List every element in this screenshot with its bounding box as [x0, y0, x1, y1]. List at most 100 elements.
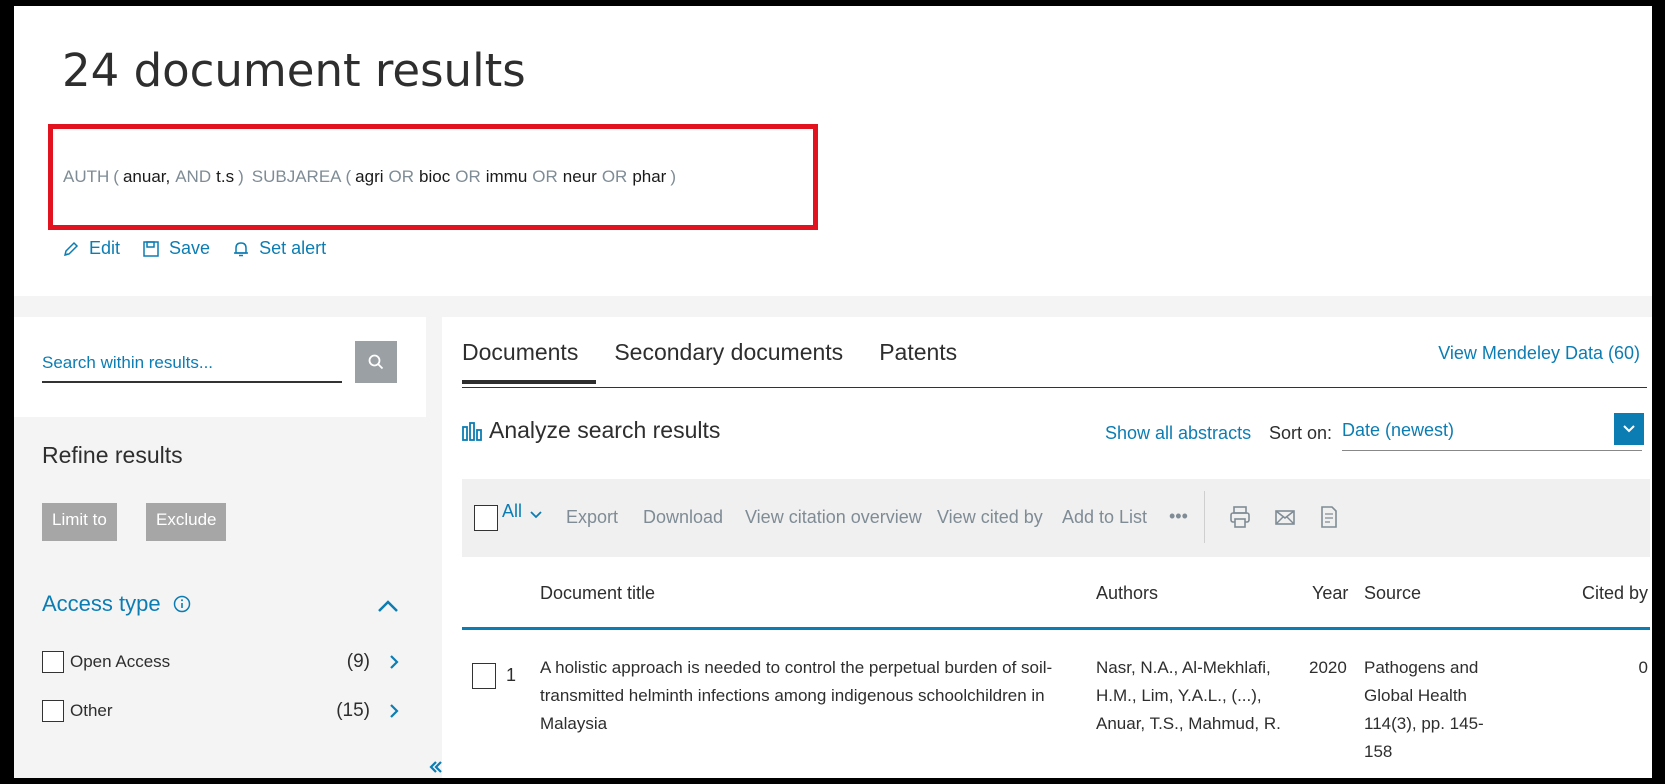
table-row: 1 A holistic approach is needed to contr… [462, 647, 1650, 778]
exclude-button[interactable]: Exclude [146, 503, 227, 541]
set-alert-button[interactable]: Set alert [232, 238, 326, 259]
query-term: immu [485, 167, 528, 186]
query-term: t.s [216, 167, 235, 186]
download-button[interactable]: Download [643, 507, 723, 528]
tab-patents[interactable]: Patents [879, 339, 975, 378]
results-toolbar: All Export Download View citation overvi… [462, 479, 1650, 557]
column-header-year[interactable]: Year [1312, 583, 1348, 604]
access-type-heading[interactable]: Access type [42, 591, 191, 617]
document-authors[interactable]: Nasr, N.A., Al-Mekhlafi, H.M., Lim, Y.A.… [1096, 654, 1296, 738]
results-tabs: Documents Secondary documents Patents [462, 339, 993, 384]
analyze-label: Analyze search results [489, 417, 721, 443]
bell-icon [234, 241, 249, 256]
query-operator: OR [455, 167, 481, 186]
query-paren-close: ) [670, 167, 677, 186]
chevron-up-icon[interactable] [376, 598, 400, 614]
sort-label: Sort on: [1269, 423, 1333, 443]
view-citation-overview-button[interactable]: View citation overview [745, 507, 922, 528]
document-cited-by: 0 [1638, 658, 1648, 677]
bar-chart-icon [462, 421, 482, 441]
query-operator: AND [175, 167, 212, 186]
view-mendeley-data-link[interactable]: View Mendeley Data (60) [1438, 343, 1640, 364]
access-type-label: Access type [42, 591, 161, 616]
sort-select[interactable]: Date (newest) [1342, 415, 1642, 451]
pencil-icon [63, 241, 79, 256]
view-cited-by-button[interactable]: View cited by [937, 507, 1043, 528]
query-paren-open: ( [113, 167, 119, 186]
refine-results-title: Refine results [42, 442, 183, 468]
edit-label: Edit [89, 238, 121, 258]
results-header: 24 document results AUTH ( anuar, AND t.… [14, 6, 1652, 296]
save-icon [143, 240, 159, 257]
chevron-down-icon[interactable] [529, 510, 543, 520]
facet-open-access[interactable]: Open Access (9) [42, 647, 422, 677]
row-number: 1 [506, 665, 517, 685]
save-button[interactable]: Save [142, 238, 210, 259]
collapse-sidebar-icon[interactable] [429, 760, 443, 774]
edit-button[interactable]: Edit [62, 238, 120, 259]
search-within-box [14, 317, 426, 417]
table-header-divider [462, 627, 1650, 630]
facet-label: Open Access [70, 652, 171, 671]
query-term: bioc [419, 167, 451, 186]
chevron-right-icon[interactable] [388, 702, 400, 720]
results-panel: Documents Secondary documents Patents Vi… [442, 317, 1652, 778]
query-term: phar [632, 167, 667, 186]
query-paren-close: ) [238, 167, 244, 186]
search-query-highlight: AUTH ( anuar, AND t.s ) SUBJAREA ( agri … [48, 124, 818, 230]
email-icon[interactable] [1274, 505, 1296, 529]
select-all-checkbox[interactable] [474, 505, 498, 531]
toolbar-divider [1204, 491, 1205, 543]
facet-checkbox[interactable] [42, 700, 64, 722]
app-frame: 24 document results AUTH ( anuar, AND t.… [14, 6, 1652, 778]
show-all-abstracts-link[interactable]: Show all abstracts [1105, 423, 1251, 444]
export-button[interactable]: Export [566, 507, 618, 528]
search-within-input[interactable] [42, 345, 342, 383]
search-button[interactable] [355, 341, 397, 383]
column-header-title[interactable]: Document title [540, 583, 655, 604]
query-operator: OR [388, 167, 415, 186]
pdf-icon[interactable] [1318, 505, 1340, 529]
tabs-divider [462, 387, 1647, 388]
results-table-header: Document title Authors Year Source Cited… [462, 579, 1650, 609]
info-icon[interactable] [173, 595, 191, 613]
column-header-source[interactable]: Source [1364, 583, 1421, 604]
query-operator: OR [532, 167, 558, 186]
add-to-list-button[interactable]: Add to List [1062, 507, 1147, 528]
more-options-button[interactable]: ••• [1169, 506, 1188, 527]
facet-label: Other [70, 701, 113, 720]
save-label: Save [169, 238, 211, 258]
chevron-right-icon[interactable] [388, 653, 400, 671]
limit-to-button[interactable]: Limit to [42, 503, 117, 541]
set-alert-label: Set alert [259, 238, 327, 258]
facet-checkbox[interactable] [42, 651, 64, 673]
query-term: anuar, [122, 167, 171, 186]
select-all-label[interactable]: All [502, 501, 522, 522]
column-header-authors[interactable]: Authors [1096, 583, 1158, 604]
document-year: 2020 [1309, 658, 1347, 677]
document-title-link[interactable]: A holistic approach is needed to control… [540, 654, 1075, 738]
query-field-auth: AUTH [63, 167, 110, 186]
sidebar: Refine results Limit to Exclude Access t… [14, 317, 426, 778]
sort-dropdown-button[interactable] [1614, 413, 1644, 445]
column-header-cited-by[interactable]: Cited by [1582, 583, 1648, 604]
document-source[interactable]: Pathogens and Global Health 114(3), pp. … [1364, 654, 1494, 766]
query-paren-open: ( [345, 167, 352, 186]
results-table-body: 1 A holistic approach is needed to contr… [462, 647, 1650, 778]
query-actions: Edit Save Set alert [62, 238, 326, 259]
tab-secondary-documents[interactable]: Secondary documents [614, 339, 861, 378]
analyze-search-results-link[interactable]: Analyze search results [462, 417, 720, 444]
page-title: 24 document results [62, 44, 526, 97]
search-icon [368, 354, 384, 370]
facet-other[interactable]: Other (15) [42, 696, 422, 726]
query-operator: OR [601, 167, 628, 186]
facet-count: (15) [336, 700, 370, 721]
print-icon[interactable] [1229, 505, 1251, 529]
query-term: agri [355, 167, 384, 186]
query-term: neur [562, 167, 597, 186]
chevron-down-icon [1623, 425, 1635, 433]
query-field-subjarea: SUBJAREA [251, 167, 342, 186]
facet-count: (9) [346, 651, 370, 672]
row-checkbox[interactable] [472, 663, 496, 689]
tab-documents[interactable]: Documents [462, 339, 597, 384]
